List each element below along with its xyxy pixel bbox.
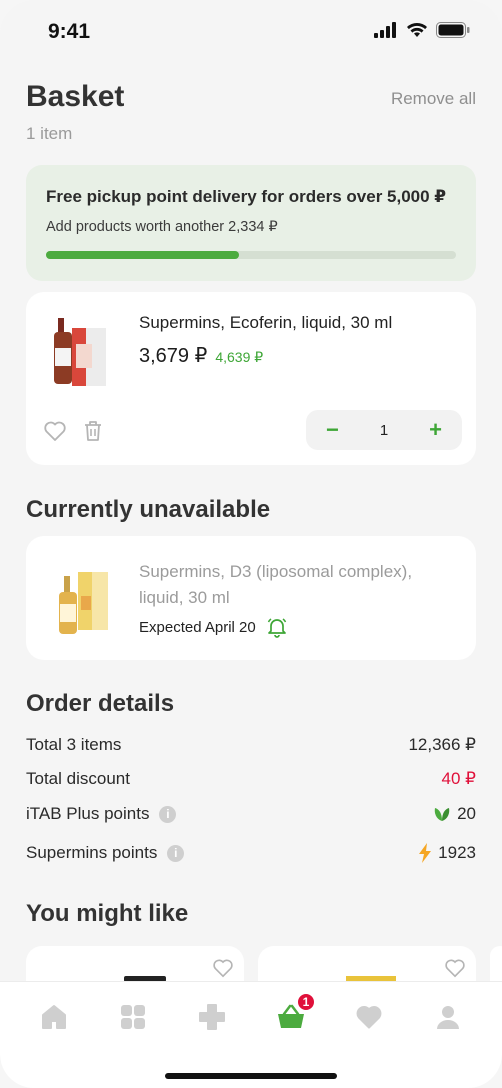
- product-image: [59, 572, 108, 634]
- notify-button[interactable]: [266, 616, 288, 638]
- promo-headline: Free pickup point delivery for orders ov…: [46, 187, 447, 206]
- lightning-icon: [419, 843, 432, 863]
- total-discount-value: 40 ₽: [441, 769, 476, 788]
- total-discount-row: Total discount 40 ₽: [26, 769, 476, 789]
- total-items-row: Total 3 items 12,366 ₽: [26, 735, 476, 755]
- leaf-icon: [434, 808, 450, 821]
- remove-all-button[interactable]: Remove all: [391, 89, 476, 109]
- delete-button[interactable]: [80, 418, 106, 444]
- itab-points-label-wrap: iTAB Plus points i: [26, 804, 177, 824]
- info-icon[interactable]: i: [167, 844, 185, 862]
- user-icon: [437, 1006, 459, 1029]
- itab-points-label: iTAB Plus points: [26, 804, 150, 823]
- battery-icon: [436, 22, 470, 38]
- price-row: 3,679 ₽ 4,639 ₽: [139, 343, 263, 368]
- product-name[interactable]: Supermins, Ecoferin, liquid, 30 ml: [139, 313, 449, 333]
- itab-points-value-wrap: 20: [433, 804, 476, 824]
- basket-item-card[interactable]: Supermins, Ecoferin, liquid, 30 ml 3,679…: [26, 292, 476, 465]
- item-actions: [42, 418, 106, 444]
- heart-icon[interactable]: [444, 958, 466, 978]
- itab-points-row: iTAB Plus points i 20: [26, 804, 476, 824]
- favorite-button[interactable]: [42, 418, 68, 444]
- tab-favorites[interactable]: [354, 1002, 384, 1032]
- promo-progress-bar: [46, 251, 456, 259]
- item-count: 1 item: [26, 124, 73, 143]
- suggestions-title: You might like: [26, 900, 189, 927]
- expected-date-row: Expected April 20: [139, 616, 288, 638]
- supermins-points-label: Supermins points: [26, 843, 158, 862]
- signal-icon: [374, 22, 396, 38]
- total-items-label: Total 3 items: [26, 735, 122, 754]
- heart-icon: [356, 1006, 382, 1029]
- product-image: [54, 318, 106, 386]
- total-discount-label: Total discount: [26, 769, 130, 788]
- tab-profile[interactable]: [433, 1002, 463, 1032]
- home-indicator: [165, 1073, 337, 1079]
- decrement-button[interactable]: −: [326, 419, 339, 441]
- app-screen: 9:41 Basket Remove all 1 item Free picku…: [0, 0, 502, 1088]
- total-items-value: 12,366 ₽: [408, 735, 476, 754]
- status-icons: [374, 22, 470, 38]
- unavailable-item-card[interactable]: Supermins, D3 (liposomal complex), liqui…: [26, 536, 476, 660]
- product-old-price: 4,639 ₽: [215, 349, 264, 365]
- unavailable-product-name[interactable]: Supermins, D3 (liposomal complex), liqui…: [139, 559, 449, 611]
- page-title: Basket: [26, 80, 125, 113]
- supermins-points-value: 1923: [438, 843, 476, 862]
- tab-home[interactable]: [39, 1002, 69, 1032]
- order-details-title: Order details: [26, 690, 175, 717]
- heart-icon[interactable]: [212, 958, 234, 978]
- tab-basket[interactable]: 1: [276, 992, 316, 1032]
- bell-icon: [267, 618, 286, 638]
- tab-bar: 1: [0, 982, 502, 1088]
- product-price: 3,679 ₽: [139, 345, 208, 367]
- grid-icon: [121, 1005, 145, 1029]
- info-icon[interactable]: i: [159, 805, 177, 823]
- itab-points-value: 20: [457, 804, 476, 823]
- quantity-value: 1: [379, 421, 389, 439]
- tab-pharmacy[interactable]: [197, 1002, 227, 1032]
- status-bar: 9:41: [0, 0, 502, 64]
- basket-badge: 1: [296, 992, 316, 1012]
- delivery-promo: Free pickup point delivery for orders ov…: [26, 165, 476, 281]
- status-time: 9:41: [48, 20, 91, 43]
- supermins-points-label-wrap: Supermins points i: [26, 843, 185, 863]
- plus-icon: [199, 1004, 225, 1030]
- unavailable-title: Currently unavailable: [26, 496, 271, 523]
- heart-icon: [44, 421, 66, 441]
- promo-progress-fill: [46, 251, 239, 259]
- wifi-icon: [407, 23, 427, 37]
- tab-catalog[interactable]: [118, 1002, 148, 1032]
- increment-button[interactable]: +: [429, 419, 442, 441]
- quantity-stepper: − 1 +: [306, 410, 462, 450]
- supermins-points-row: Supermins points i 1923: [26, 843, 476, 863]
- promo-subtext: Add products worth another 2,334 ₽: [46, 219, 278, 235]
- expected-date: Expected April 20: [139, 618, 256, 636]
- trash-icon: [85, 421, 101, 441]
- home-icon: [42, 1005, 66, 1029]
- supermins-points-value-wrap: 1923: [418, 843, 476, 863]
